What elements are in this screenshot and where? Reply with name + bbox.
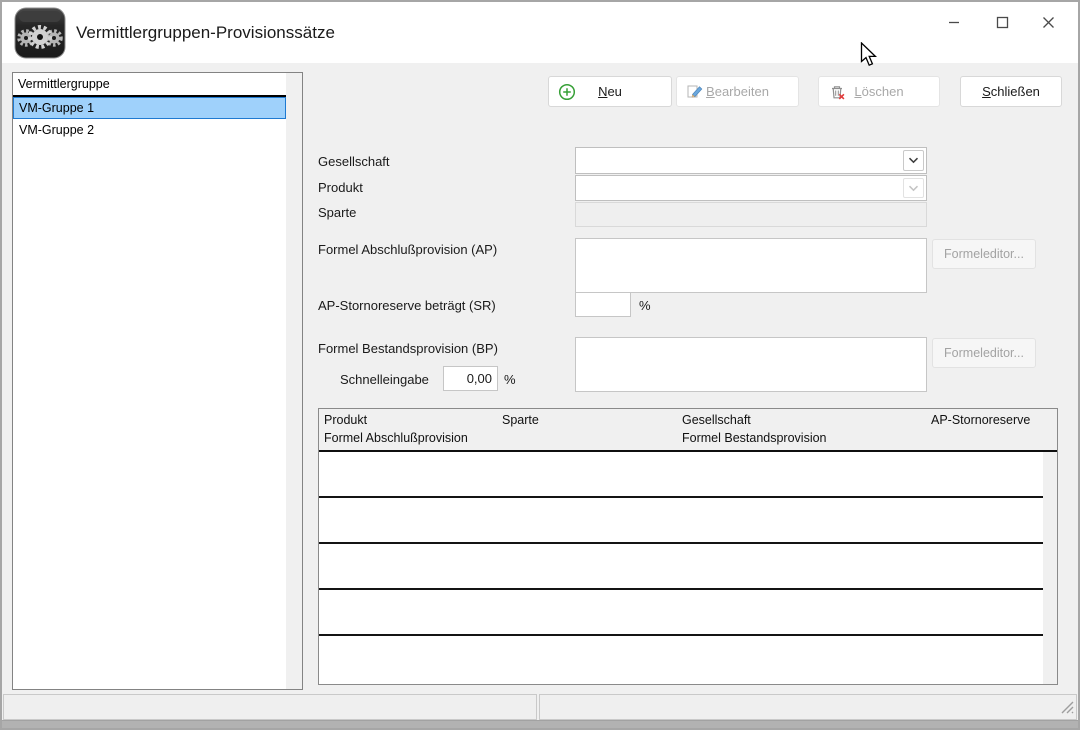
list-item[interactable]: VM-Gruppe 1 bbox=[13, 97, 286, 119]
window-bottom-frame bbox=[2, 720, 1078, 728]
formeleditor-bp-button[interactable]: Formeleditor... bbox=[932, 338, 1036, 368]
col-ap-stornoreserve: AP-Stornoreserve bbox=[931, 413, 1030, 427]
table-row[interactable] bbox=[319, 590, 1043, 636]
list-header: Vermittlergruppe bbox=[13, 73, 286, 97]
sr-input[interactable] bbox=[575, 292, 631, 317]
list-item[interactable]: VM-Gruppe 2 bbox=[13, 119, 286, 141]
produkt-label: Produkt bbox=[318, 180, 363, 195]
gesellschaft-label: Gesellschaft bbox=[318, 154, 390, 169]
maximize-icon bbox=[996, 16, 1009, 29]
minimize-button[interactable] bbox=[937, 8, 971, 36]
list-scrollbar-track[interactable] bbox=[286, 73, 302, 689]
list-items: VM-Gruppe 1VM-Gruppe 2 bbox=[13, 97, 286, 141]
produkt-combobox bbox=[575, 175, 927, 201]
minimize-icon bbox=[948, 16, 960, 28]
neu-button-label: Neu bbox=[598, 84, 622, 99]
title-bar: Vermittlergruppen-Provisionssätze bbox=[2, 2, 1078, 63]
formel-ap-textarea[interactable] bbox=[575, 238, 927, 293]
loeschen-button[interactable]: Löschen bbox=[818, 76, 940, 107]
formeleditor-ap-button[interactable]: Formeleditor... bbox=[932, 239, 1036, 269]
close-icon bbox=[1042, 16, 1055, 29]
schnelleingabe-input[interactable] bbox=[443, 366, 498, 391]
table-row[interactable] bbox=[319, 498, 1043, 544]
chevron-down-icon bbox=[903, 178, 924, 198]
col-gesellschaft: Gesellschaft bbox=[682, 413, 751, 427]
neu-button[interactable]: Neu bbox=[548, 76, 672, 107]
formel-ap-label: Formel Abschlußprovision (AP) bbox=[318, 242, 497, 257]
formel-bp-textarea[interactable] bbox=[575, 337, 927, 392]
sparte-field bbox=[575, 202, 927, 227]
plus-circle-icon bbox=[558, 83, 576, 101]
trash-delete-icon bbox=[828, 83, 846, 101]
provisions-table: Produkt Sparte Gesellschaft AP-Stornores… bbox=[318, 408, 1058, 685]
statusbar-right bbox=[539, 694, 1077, 720]
bearbeiten-button-label: Bearbeiten bbox=[706, 84, 769, 99]
close-button[interactable] bbox=[1031, 8, 1065, 36]
edit-pencil-icon bbox=[686, 83, 704, 101]
col-formel-bestandsprovision: Formel Bestandsprovision bbox=[682, 431, 827, 445]
loeschen-button-label: Löschen bbox=[854, 84, 903, 99]
app-window: Vermittlergruppen-Provisionssätze Vermit… bbox=[0, 0, 1080, 730]
resize-grip-icon[interactable] bbox=[1061, 701, 1074, 717]
sr-percent-label: % bbox=[639, 298, 651, 313]
schliessen-button[interactable]: Schließen bbox=[960, 76, 1062, 107]
formel-bp-label: Formel Bestandsprovision (BP) bbox=[318, 341, 498, 356]
chevron-down-icon[interactable] bbox=[903, 150, 924, 171]
table-row[interactable] bbox=[319, 544, 1043, 590]
table-scrollbar-track[interactable] bbox=[1043, 452, 1057, 684]
maximize-button[interactable] bbox=[985, 8, 1019, 36]
statusbar-left bbox=[3, 694, 537, 720]
schnelleingabe-label: Schnelleingabe bbox=[340, 372, 429, 387]
window-title: Vermittlergruppen-Provisionssätze bbox=[76, 2, 335, 63]
vermittlergruppe-list: Vermittlergruppe VM-Gruppe 1VM-Gruppe 2 bbox=[12, 72, 303, 690]
bearbeiten-button[interactable]: Bearbeiten bbox=[676, 76, 799, 107]
app-gears-icon bbox=[14, 7, 66, 59]
table-row[interactable] bbox=[319, 636, 1043, 682]
table-body bbox=[319, 452, 1043, 684]
gesellschaft-combobox[interactable] bbox=[575, 147, 927, 174]
col-sparte: Sparte bbox=[502, 413, 539, 427]
schnelleingabe-percent-label: % bbox=[504, 372, 516, 387]
schliessen-button-label: Schließen bbox=[982, 84, 1040, 99]
sparte-label: Sparte bbox=[318, 205, 356, 220]
table-row[interactable] bbox=[319, 452, 1043, 498]
sr-label: AP-Stornoreserve beträgt (SR) bbox=[318, 298, 496, 313]
col-formel-abschlussprovision: Formel Abschlußprovision bbox=[324, 431, 468, 445]
col-produkt: Produkt bbox=[324, 413, 367, 427]
table-header: Produkt Sparte Gesellschaft AP-Stornores… bbox=[319, 409, 1057, 452]
